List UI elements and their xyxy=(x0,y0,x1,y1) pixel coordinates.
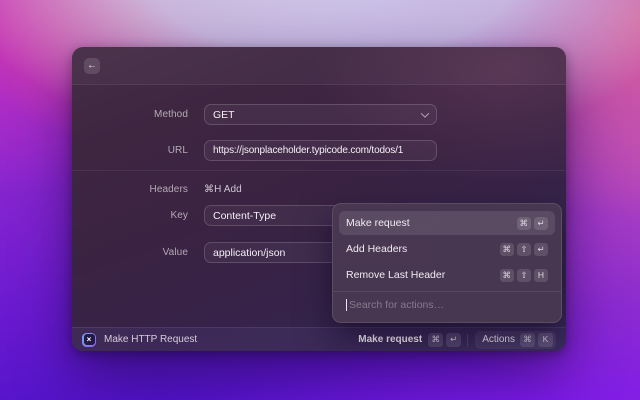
action-label: Make request xyxy=(346,217,410,229)
back-button[interactable]: ← xyxy=(84,57,100,74)
shortcut-keys: ⌘ ⇧ H xyxy=(499,268,548,282)
actions-panel: Make request ⌘ ↵ Add Headers ⌘ ⇧ ↵ Remov… xyxy=(332,203,562,323)
action-search-row xyxy=(339,292,555,318)
http-extension-icon: × xyxy=(82,332,96,347)
k-key-icon: K xyxy=(538,332,553,347)
method-select[interactable]: GET xyxy=(204,104,437,125)
command-title: Make HTTP Request xyxy=(104,334,198,345)
action-remove-last-header[interactable]: Remove Last Header ⌘ ⇧ H xyxy=(339,263,555,287)
headers-label: Headers xyxy=(149,184,188,195)
status-bar-right: Make request ⌘ ↵ Actions ⌘ K xyxy=(358,330,556,349)
status-bar: × Make HTTP Request Make request ⌘ ↵ Act… xyxy=(72,327,566,351)
cmd-key-icon: ⌘ xyxy=(520,332,535,347)
vertical-divider xyxy=(467,333,469,346)
actions-button[interactable]: Actions ⌘ K xyxy=(475,330,556,349)
return-key-icon: ↵ xyxy=(534,216,548,230)
return-key-icon: ↵ xyxy=(534,242,548,256)
url-row: URL https://jsonplaceholder.typicode.com… xyxy=(72,140,566,161)
header-value-value: application/json xyxy=(213,246,286,259)
key-label: Key xyxy=(170,210,188,221)
actions-shortcut-keys: ⌘ K xyxy=(520,332,553,347)
shift-key-icon: ⇧ xyxy=(517,242,531,256)
shortcut-keys: ⌘ ⇧ ↵ xyxy=(499,242,548,256)
cmd-key-icon: ⌘ xyxy=(516,216,531,230)
text-cursor-icon xyxy=(346,299,347,311)
primary-shortcut-keys: ⌘ ↵ xyxy=(428,332,462,347)
action-add-headers[interactable]: Add Headers ⌘ ⇧ ↵ xyxy=(339,237,555,261)
headers-row: Headers ⌘H Add xyxy=(72,182,566,197)
return-key-icon: ↵ xyxy=(446,332,462,347)
actions-button-label: Actions xyxy=(482,334,515,345)
method-label: Method xyxy=(154,109,188,120)
window-header: ← xyxy=(72,47,566,85)
action-search-input[interactable] xyxy=(349,299,548,311)
cmd-key-icon: ⌘ xyxy=(499,242,514,256)
cmd-key-icon: ⌘ xyxy=(428,332,444,347)
method-value: GET xyxy=(213,108,235,121)
chevron-down-icon xyxy=(420,108,430,118)
url-label: URL xyxy=(167,145,188,156)
header-key-value: Content-Type xyxy=(213,209,277,222)
section-divider xyxy=(72,170,566,171)
primary-action-button[interactable]: Make request xyxy=(358,334,422,345)
value-label: Value xyxy=(162,247,188,258)
raycast-window: ← Method GET URL https://jsonplaceholder… xyxy=(72,47,566,351)
extension-glyph-icon: × xyxy=(83,334,95,345)
url-value: https://jsonplaceholder.typicode.com/tod… xyxy=(213,145,404,156)
shortcut-keys: ⌘ ↵ xyxy=(516,216,548,230)
shift-key-icon: ⇧ xyxy=(517,268,531,282)
action-make-request[interactable]: Make request ⌘ ↵ xyxy=(339,211,555,235)
cmd-key-icon: ⌘ xyxy=(499,268,514,282)
back-arrow-icon: ← xyxy=(87,59,97,71)
add-header-shortcut-hint: ⌘H Add xyxy=(204,184,242,195)
url-input[interactable]: https://jsonplaceholder.typicode.com/tod… xyxy=(204,140,437,161)
h-key-icon: H xyxy=(534,268,548,282)
action-label: Remove Last Header xyxy=(346,269,446,281)
method-row: Method GET xyxy=(72,104,566,125)
action-label: Add Headers xyxy=(346,243,408,255)
